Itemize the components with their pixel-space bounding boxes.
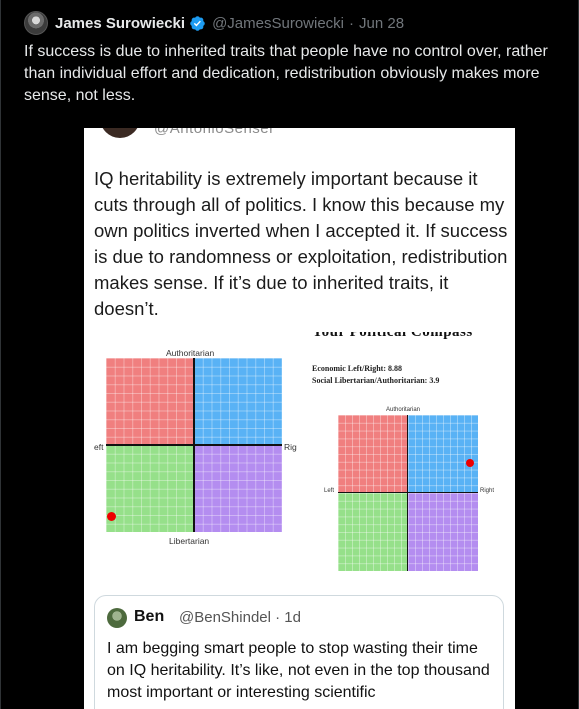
quadrant-lib-left [338,493,408,571]
inner-quote-text: I am begging smart people to stop wastin… [107,640,490,701]
compass-left-bottom-label: Libertarian [169,536,210,546]
timeline-border-left [0,0,1,709]
tweet-text: If success is due to inherited traits th… [24,43,548,104]
compass-right-horizontal-axis [338,492,478,493]
quadrant-auth-right [408,415,478,493]
quadrant-lib-left [106,445,194,532]
inner-quote-handle: @BenShindel · 1d [179,609,301,626]
inner-quote-avatar [107,608,127,628]
separator: · [349,14,355,32]
tweet-media-image[interactable]: @AntonioSenser IQ heritability is extrem… [84,128,515,709]
compass-right-economic-score: Economic Left/Right: 8.88 [312,364,402,373]
compass-right-left-label: Left [324,488,335,494]
quadrant-auth-left [106,358,194,445]
compass-right-grid [338,415,478,571]
author-avatar[interactable] [24,11,48,35]
compass-right-social-score: Social Libertarian/Authoritarian: 3.9 [312,376,440,385]
compass-left-grid [106,358,282,532]
quadrant-lib-right [408,493,478,571]
compass-left-top-label: Authoritarian [166,348,215,358]
quoted-tweet-text: IQ heritability is extremely important b… [94,168,508,319]
quadrant-lib-right [194,445,282,532]
author-handle[interactable]: @JamesSurowiecki [212,15,344,32]
quadrant-auth-right [194,358,282,445]
verified-badge-icon [190,15,205,31]
tweet-date[interactable]: Jun 28 [359,15,404,32]
compass-left-vertical-axis [193,358,195,532]
author-name[interactable]: James Surowiecki [55,15,185,32]
quoted-author-avatar [100,128,140,138]
compass-right-position-marker [466,458,475,467]
tweet: James Surowiecki @JamesSurowiecki · Jun … [0,0,579,709]
tweet-header: James Surowiecki @JamesSurowiecki · Jun … [24,11,404,35]
compass-right-vertical-axis [407,415,408,571]
compass-left-position-marker [106,511,116,521]
compass-right-top-label: Authoritarian [386,407,421,413]
compass-left-right-label: Rig [284,442,297,452]
compass-right-title: Your Political Compass [312,332,473,340]
compass-left-left-label: eft [94,442,104,452]
inner-quote-author-name: Ben [134,608,165,625]
inner-quoted-tweet[interactable]: Ben @BenShindel · 1d I am begging smart … [94,595,504,709]
quoted-author-handle: @AntonioSenser [154,128,275,137]
quadrant-auth-left [338,415,408,493]
compass-right-right-label: Right [480,488,495,494]
